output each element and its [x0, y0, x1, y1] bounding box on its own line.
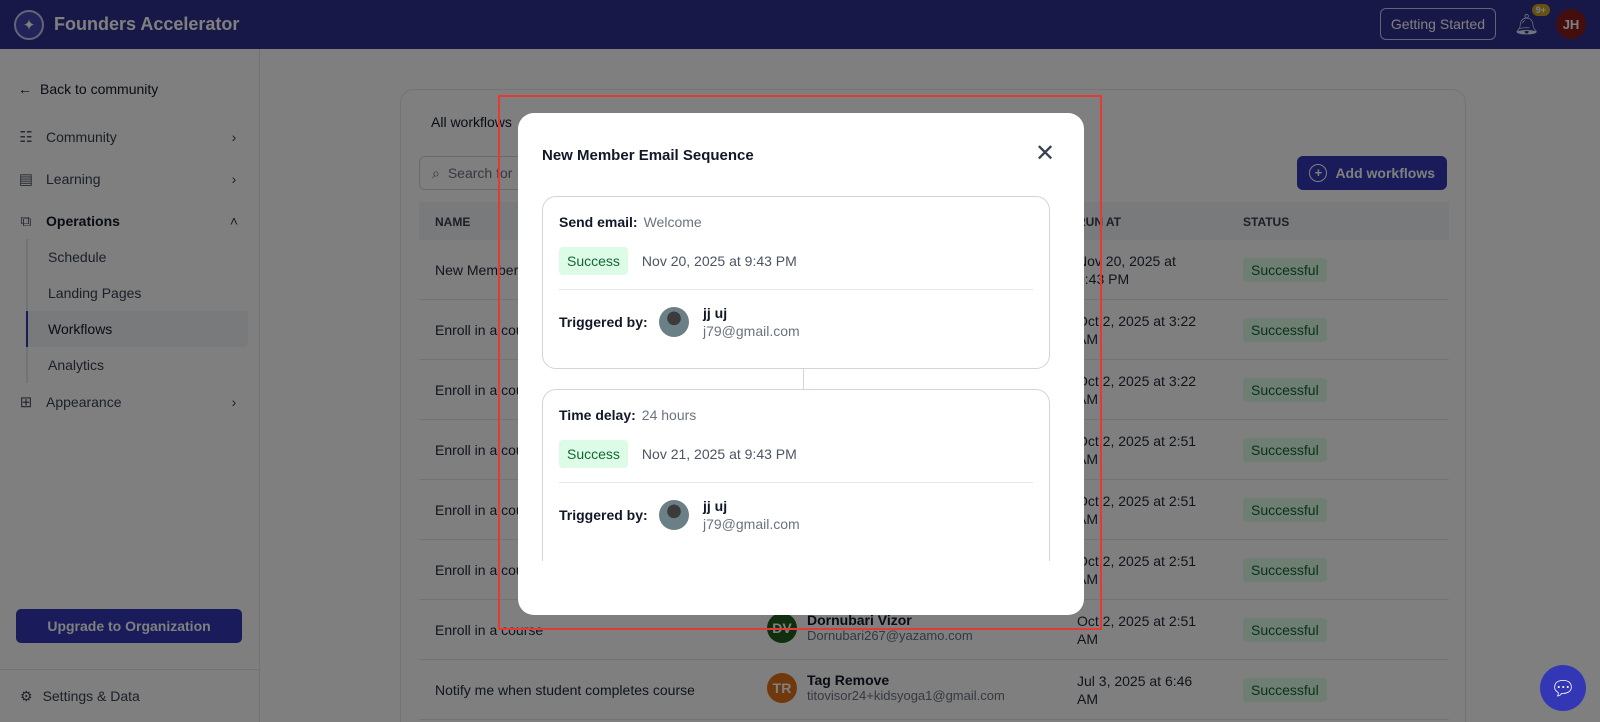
chat-icon[interactable]: 💬︎	[1540, 665, 1586, 711]
highlight-frame	[498, 95, 1102, 630]
